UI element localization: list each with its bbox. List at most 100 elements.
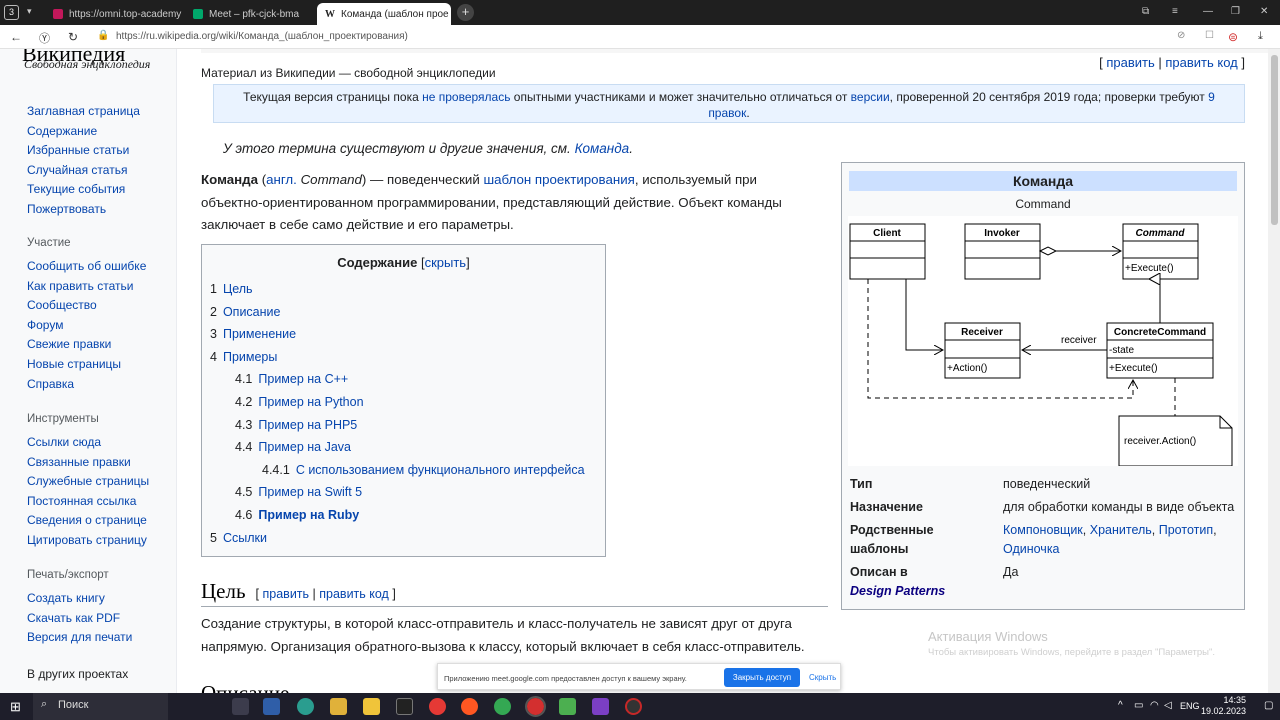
download-icon[interactable]: ⤓ — [1258, 30, 1263, 43]
toc-item[interactable]: 4.6 Пример на Ruby — [210, 504, 597, 527]
translate-icon[interactable]: ⊘ — [1177, 30, 1185, 41]
design-pattern-link[interactable]: шаблон проектирования — [483, 172, 634, 187]
sidebar-item-how-to-edit[interactable]: Как править статьи — [27, 277, 146, 297]
toc-item[interactable]: 2 Описание — [210, 301, 597, 324]
sidebar-item-create-book[interactable]: Создать книгу — [27, 589, 132, 609]
toc-item[interactable]: 4.2 Пример на Python — [210, 391, 597, 414]
sidebar-item-forum[interactable]: Форум — [27, 316, 146, 336]
network-icon[interactable]: ▭ — [1134, 700, 1143, 711]
task-view-icon[interactable] — [232, 698, 249, 715]
lock-icon[interactable]: 🔒 — [97, 30, 109, 41]
memento-link[interactable]: Хранитель — [1090, 523, 1152, 537]
edit-code-link[interactable]: править код — [1165, 55, 1237, 70]
toc-item[interactable]: 5 Ссылки — [210, 527, 597, 550]
url-field[interactable]: https://ru.wikipedia.org/wiki/Команда_(ш… — [116, 31, 408, 42]
section-edit-code-link[interactable]: править код — [319, 587, 389, 601]
sidebar-item-cite[interactable]: Цитировать страницу — [27, 531, 149, 551]
toc-item[interactable]: 4.5 Пример на Swift 5 — [210, 481, 597, 504]
toc-link[interactable]: С использованием функционального интерфе… — [296, 463, 585, 477]
sidebar-item-special-pages[interactable]: Служебные страницы — [27, 472, 149, 492]
extension-icon[interactable]: ⊜ — [1228, 30, 1238, 44]
calculator-icon[interactable] — [263, 698, 280, 715]
singleton-link[interactable]: Одиночка — [1003, 542, 1060, 556]
scrollbar-thumb[interactable] — [1271, 55, 1278, 225]
sidebar-item-help[interactable]: Справка — [27, 375, 146, 395]
back-icon[interactable]: ← — [10, 30, 22, 44]
toc-item[interactable]: 3 Применение — [210, 323, 597, 346]
toc-link[interactable]: Цель — [223, 282, 253, 296]
english-link[interactable]: англ. — [266, 172, 297, 187]
toc-link[interactable]: Пример на Swift 5 — [258, 485, 362, 499]
sidebar-item-permalink[interactable]: Постоянная ссылка — [27, 492, 149, 512]
menu-icon[interactable]: ≡ — [1172, 6, 1178, 17]
section-edit-link[interactable]: править — [263, 587, 310, 601]
explorer-icon[interactable] — [330, 698, 347, 715]
sidebar-item-random[interactable]: Случайная статья — [27, 161, 140, 181]
reload-icon[interactable]: ↻ — [68, 30, 78, 44]
chrome-icon[interactable] — [494, 698, 511, 715]
sidebar-item-main[interactable]: Заглавная страница — [27, 102, 140, 122]
sidebar-item-contents[interactable]: Содержание — [27, 122, 140, 142]
volume-icon[interactable]: ◁ — [1164, 700, 1172, 711]
sidebar-item-donate[interactable]: Пожертвовать — [27, 200, 140, 220]
language-indicator[interactable]: ENG — [1180, 701, 1200, 711]
tray-arrow-icon[interactable]: ^ — [1118, 700, 1123, 711]
wifi-icon[interactable]: ◠ — [1150, 700, 1159, 711]
toc-link[interactable]: Пример на Ruby — [258, 508, 359, 522]
toc-item[interactable]: 1 Цель — [210, 278, 597, 301]
toc-link[interactable]: Примеры — [223, 350, 277, 364]
yandex-browser-icon[interactable] — [525, 696, 546, 717]
taskbar-search[interactable]: ⌕ Поиск — [33, 693, 168, 720]
new-tab-button[interactable]: + — [457, 4, 474, 21]
hatnote-link[interactable]: Команда — [575, 141, 630, 156]
sidebar-item-page-info[interactable]: Сведения о странице — [27, 511, 149, 531]
opera-icon[interactable] — [461, 698, 478, 715]
toc-item[interactable]: 4.4 Пример на Java — [210, 436, 597, 459]
composite-link[interactable]: Компоновщик — [1003, 523, 1083, 537]
sidebar-item-links-here[interactable]: Ссылки сюда — [27, 433, 149, 453]
toc-link[interactable]: Пример на Python — [258, 395, 363, 409]
yandex-icon[interactable] — [429, 698, 446, 715]
uml-diagram[interactable]: Client Invoker Command +Execute() Receiv… — [848, 216, 1238, 466]
close-window-icon[interactable]: ✕ — [1260, 6, 1268, 17]
stop-sharing-button[interactable]: Закрыть доступ — [724, 668, 800, 687]
version-link[interactable]: версии — [851, 90, 890, 104]
toc-link[interactable]: Пример на Java — [258, 440, 351, 454]
yandex-icon[interactable]: Ⓨ — [39, 30, 50, 46]
tab-list-chevron-icon[interactable]: ▾ — [27, 6, 32, 17]
bookmarks-icon[interactable]: ⧉ — [1142, 6, 1149, 17]
sidebar-item-new-pages[interactable]: Новые страницы — [27, 355, 146, 375]
tab-meet[interactable]: Meet – pfk-cjck-bma — [185, 3, 313, 25]
sidebar-item-report-error[interactable]: Сообщить об ошибке — [27, 257, 146, 277]
toc-link[interactable]: Ссылки — [223, 531, 267, 545]
sidebar-item-printable[interactable]: Версия для печати — [27, 628, 132, 648]
minimize-icon[interactable]: — — [1203, 6, 1213, 17]
notifications-icon[interactable]: ▢ — [1264, 700, 1273, 711]
windows-start-icon[interactable]: ⊞ — [10, 699, 21, 715]
toc-item[interactable]: 4.3 Пример на PHP5 — [210, 414, 597, 437]
store-icon[interactable] — [363, 698, 380, 715]
toc-link[interactable]: Пример на PHP5 — [258, 418, 357, 432]
toc-hide-link[interactable]: скрыть — [425, 255, 467, 270]
bookmark-icon[interactable]: ☐ — [1205, 30, 1214, 41]
toc-link[interactable]: Применение — [223, 327, 296, 341]
sidebar-item-community[interactable]: Сообщество — [27, 296, 146, 316]
toc-item[interactable]: 4.4.1 С использованием функционального ин… — [210, 459, 597, 482]
toc-item[interactable]: 4.1 Пример на C++ — [210, 368, 597, 391]
sidebar-item-current-events[interactable]: Текущие события — [27, 180, 140, 200]
prototype-link[interactable]: Прототип — [1159, 523, 1213, 537]
recorder-icon[interactable] — [625, 698, 642, 715]
restore-icon[interactable]: ❐ — [1231, 6, 1240, 17]
not-checked-link[interactable]: не проверялась — [422, 90, 510, 104]
sidebar-item-recent-changes[interactable]: Свежие правки — [27, 335, 146, 355]
toc-item[interactable]: 4 Примеры — [210, 346, 597, 369]
sidebar-item-download-pdf[interactable]: Скачать как PDF — [27, 609, 132, 629]
toc-link[interactable]: Пример на C++ — [258, 372, 348, 386]
android-studio-icon[interactable] — [559, 698, 576, 715]
app-icon[interactable] — [396, 698, 413, 715]
sidebar-item-featured[interactable]: Избранные статьи — [27, 141, 140, 161]
clock[interactable]: 14:35 19.02.2023 — [1201, 695, 1246, 717]
hide-link[interactable]: Скрыть — [809, 673, 836, 682]
toc-link[interactable]: Описание — [223, 305, 281, 319]
tab-count[interactable]: 3 — [4, 5, 19, 20]
